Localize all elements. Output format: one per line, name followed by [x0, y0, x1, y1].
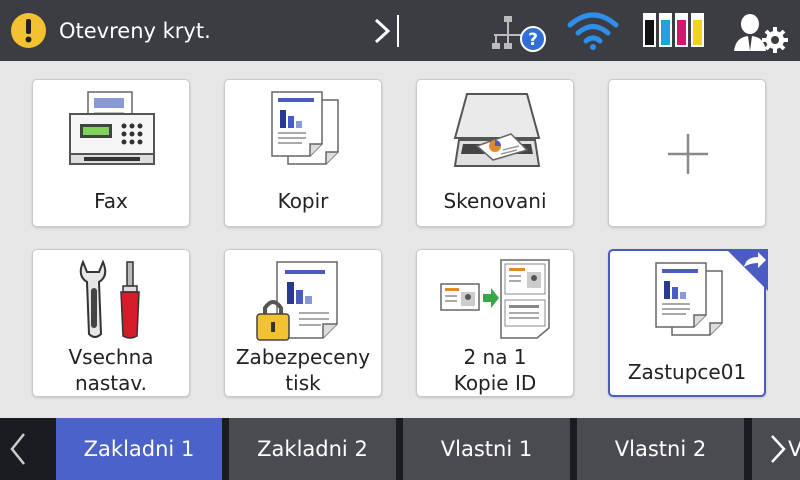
shortcut-tile[interactable]: Zastupce01: [608, 249, 768, 397]
tile-label-line2: nastav.: [74, 371, 148, 395]
next-tab-partial-label: V: [788, 437, 800, 461]
tile-label-line2: Kopie ID: [453, 371, 537, 395]
wifi-icon[interactable]: [566, 11, 620, 51]
all-settings-tile[interactable]: Vsechna nastav.: [32, 249, 190, 397]
tab-vlastni-2[interactable]: Vlastni 2: [577, 418, 744, 480]
user-settings-icon[interactable]: [730, 9, 790, 53]
copy-icon: [271, 91, 339, 165]
id-copy-icon: [440, 259, 550, 339]
chevron-right-icon: [771, 435, 786, 463]
id-copy-tile[interactable]: 2 na 1 Kopie ID: [416, 249, 574, 397]
copy-tile[interactable]: Kopir: [224, 79, 382, 227]
tools-icon: [79, 259, 140, 339]
tile-label-line1: Vsechna: [68, 345, 154, 369]
tab-bar: Zakladni 1 Zakladni 2 Vlastni 1 Vlastni …: [0, 418, 800, 480]
warning-icon[interactable]: [10, 12, 47, 49]
network-help-icon[interactable]: ?: [490, 13, 548, 53]
scan-tile[interactable]: Skenovani: [416, 79, 574, 227]
add-shortcut-tile[interactable]: [608, 79, 766, 227]
tile-label: Zastupce01: [627, 360, 747, 384]
svg-text:?: ?: [528, 30, 538, 50]
tile-label: Kopir: [277, 189, 329, 213]
tile-label: Fax: [94, 189, 128, 213]
fax-tile[interactable]: Fax: [32, 79, 190, 227]
shortcut-badge-icon: [726, 249, 768, 291]
status-message[interactable]: Otevreny kryt.: [59, 17, 211, 45]
secure-print-tile[interactable]: Zabezpeceny tisk: [224, 249, 382, 397]
status-more-button[interactable]: [368, 12, 408, 50]
tab-vlastni-1[interactable]: Vlastni 1: [403, 418, 570, 480]
tab-zakladni-2[interactable]: Zakladni 2: [229, 418, 396, 480]
tab-prev-button[interactable]: [0, 418, 40, 480]
tile-label-line1: 2 na 1: [463, 345, 527, 369]
plus-icon: [668, 134, 708, 174]
tile-label: Skenovani: [443, 189, 547, 213]
shortcut-icon: [655, 262, 723, 336]
scanner-icon: [453, 93, 541, 167]
tile-label-line1: Zabezpeceny: [235, 345, 371, 369]
tab-next-button[interactable]: V: [752, 418, 800, 480]
tile-label-line2: tisk: [285, 371, 321, 395]
home-grid: Fax Kopir Skenovani Vsechna nastav. Zabe…: [0, 61, 800, 418]
fax-icon: [69, 91, 155, 165]
tab-zakladni-1[interactable]: Zakladni 1: [56, 418, 222, 480]
secure-print-icon: [256, 261, 338, 341]
ink-level-icon[interactable]: [641, 12, 707, 48]
status-bar: Otevreny kryt. ?: [0, 0, 800, 61]
